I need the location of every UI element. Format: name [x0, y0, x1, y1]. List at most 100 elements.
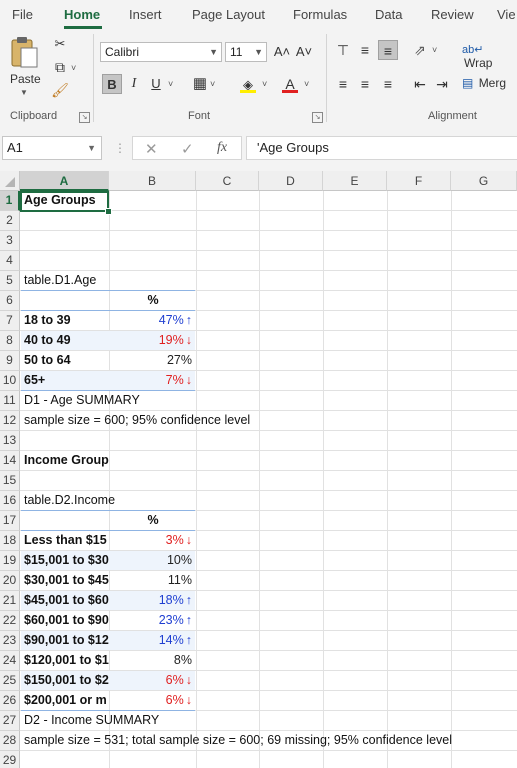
row-header-26[interactable]: 26 — [0, 691, 20, 711]
row-header-24[interactable]: 24 — [0, 651, 20, 671]
row-header-25[interactable]: 25 — [0, 671, 20, 691]
borders-dropdown-icon[interactable]: ˅ — [210, 79, 215, 89]
clipboard-launcher-icon[interactable]: ↘ — [79, 112, 90, 123]
fill-color-button[interactable]: ◈ — [238, 74, 258, 94]
font-launcher-icon[interactable]: ↘ — [312, 112, 323, 123]
row-header-7[interactable]: 7 — [0, 311, 20, 331]
align-top-icon[interactable]: ⊤ — [333, 40, 353, 60]
insert-function-icon[interactable]: fx — [217, 140, 227, 156]
row-header-2[interactable]: 2 — [0, 211, 20, 231]
bold-button[interactable]: B — [102, 74, 122, 94]
column-header-d[interactable]: D — [259, 171, 323, 191]
row-header-6[interactable]: 6 — [0, 291, 20, 311]
percent-value-cell[interactable]: 8% — [110, 651, 196, 671]
percent-value-cell[interactable]: 23% ↑ — [110, 611, 196, 631]
row-header-14[interactable]: 14 — [0, 451, 20, 471]
category-label-cell[interactable]: $200,001 or m — [21, 691, 109, 711]
copy-icon[interactable]: ⧉ — [50, 57, 70, 77]
percent-header-cell[interactable]: % — [110, 291, 196, 311]
row-header-9[interactable]: 9 — [0, 351, 20, 371]
row-header-16[interactable]: 16 — [0, 491, 20, 511]
worksheet-grid[interactable]: A B C D E F G 1 2 3 4 5 6 7 8 9 10 11 12 13 14 15 16 17 18 19 20 21… — [0, 171, 517, 768]
category-label-cell[interactable]: 50 to 64 — [21, 351, 109, 371]
enter-icon[interactable]: ✓ — [181, 140, 194, 158]
row-header-17[interactable]: 17 — [0, 511, 20, 531]
table-name-cell[interactable]: table.D2.Income — [21, 491, 517, 511]
category-label-cell[interactable]: $150,001 to $2 — [21, 671, 109, 691]
align-middle-icon[interactable]: ≡ — [355, 40, 375, 60]
align-center-icon[interactable]: ≡ — [355, 74, 375, 94]
tab-page-layout[interactable]: Page Layout — [192, 7, 265, 22]
paste-button[interactable]: Paste ▼ — [6, 36, 42, 97]
category-label-cell[interactable]: $60,001 to $90 — [21, 611, 109, 631]
row-header-18[interactable]: 18 — [0, 531, 20, 551]
percent-value-cell[interactable]: 7% ↓ — [110, 371, 196, 391]
row-header-3[interactable]: 3 — [0, 231, 20, 251]
percent-value-cell[interactable]: 14% ↑ — [110, 631, 196, 651]
summary-cell[interactable]: D2 - Income SUMMARY — [21, 711, 517, 731]
column-header-c[interactable]: C — [196, 171, 259, 191]
align-right-icon[interactable]: ≡ — [378, 74, 398, 94]
merge-center-button[interactable]: ▤ Merg — [462, 76, 506, 96]
sample-size-cell[interactable]: sample size = 531; total sample size = 6… — [21, 731, 517, 751]
italic-button[interactable]: I — [124, 74, 144, 94]
copy-dropdown-icon[interactable]: ˅ — [71, 63, 76, 73]
row-header-28[interactable]: 28 — [0, 731, 20, 751]
underline-button[interactable]: U — [146, 74, 166, 94]
tab-data[interactable]: Data — [375, 7, 402, 22]
percent-header-cell[interactable]: % — [110, 511, 196, 531]
formula-input[interactable]: 'Age Groups — [246, 136, 517, 160]
cancel-icon[interactable]: ✕ — [145, 140, 158, 158]
row-header-21[interactable]: 21 — [0, 591, 20, 611]
row-header-12[interactable]: 12 — [0, 411, 20, 431]
decrease-indent-icon[interactable]: ⇤ — [410, 74, 430, 94]
orientation-icon[interactable]: ⇗ — [410, 40, 430, 60]
row-header-22[interactable]: 22 — [0, 611, 20, 631]
row-header-27[interactable]: 27 — [0, 711, 20, 731]
percent-value-cell[interactable]: 27% — [110, 351, 196, 371]
align-bottom-icon[interactable]: ≡ — [378, 40, 398, 60]
borders-icon[interactable]: ▦ — [190, 74, 210, 94]
category-label-cell[interactable]: $30,001 to $45 — [21, 571, 109, 591]
category-label-cell[interactable]: $45,001 to $60 — [21, 591, 109, 611]
row-header-15[interactable]: 15 — [0, 471, 20, 491]
tab-file[interactable]: File — [12, 7, 33, 22]
percent-value-cell[interactable]: 47% ↑ — [110, 311, 196, 331]
font-color-dropdown-icon[interactable]: ˅ — [304, 79, 309, 89]
percent-value-cell[interactable]: 6% ↓ — [110, 691, 196, 711]
category-label-cell[interactable]: $90,001 to $12 — [21, 631, 109, 651]
row-header-13[interactable]: 13 — [0, 431, 20, 451]
select-all-corner[interactable] — [0, 171, 20, 191]
row-header-11[interactable]: 11 — [0, 391, 20, 411]
category-label-cell[interactable]: $15,001 to $30 — [21, 551, 109, 571]
row-header-23[interactable]: 23 — [0, 631, 20, 651]
category-label-cell[interactable]: 40 to 49 — [21, 331, 109, 351]
table-name-cell[interactable]: table.D1.Age — [21, 271, 517, 291]
summary-cell[interactable]: D1 - Age SUMMARY — [21, 391, 517, 411]
orientation-dropdown-icon[interactable]: ˅ — [432, 45, 437, 55]
percent-value-cell[interactable]: 11% — [110, 571, 196, 591]
percent-value-cell[interactable]: 3% ↓ — [110, 531, 196, 551]
row-header-5[interactable]: 5 — [0, 271, 20, 291]
tab-home[interactable]: Home — [64, 7, 100, 22]
format-painter-icon[interactable]: 🖌 — [50, 80, 70, 100]
increase-indent-icon[interactable]: ⇥ — [432, 74, 452, 94]
row-header-29[interactable]: 29 — [0, 751, 20, 768]
shrink-font-button[interactable]: A˅ — [294, 42, 314, 62]
sample-size-cell[interactable]: sample size = 600; 95% confidence level — [21, 411, 517, 431]
tab-view[interactable]: Vie — [497, 7, 516, 22]
column-header-f[interactable]: F — [387, 171, 451, 191]
paste-dropdown-icon[interactable]: ▼ — [20, 88, 28, 97]
align-left-icon[interactable]: ≡ — [333, 74, 353, 94]
tab-review[interactable]: Review — [431, 7, 474, 22]
font-color-button[interactable]: A — [280, 74, 300, 94]
income-groups-title-cell[interactable]: Income Groups — [21, 451, 109, 471]
category-label-cell[interactable]: 65+ — [21, 371, 109, 391]
cut-icon[interactable]: ✂ — [50, 34, 70, 54]
formula-bar-resize-handle[interactable]: ⋮ — [114, 141, 126, 155]
percent-value-cell[interactable]: 10% — [110, 551, 196, 571]
font-name-select[interactable]: Calibri ▼ — [100, 42, 222, 62]
category-label-cell[interactable]: Less than $15 — [21, 531, 109, 551]
column-header-g[interactable]: G — [451, 171, 517, 191]
category-label-cell[interactable]: 18 to 39 — [21, 311, 109, 331]
